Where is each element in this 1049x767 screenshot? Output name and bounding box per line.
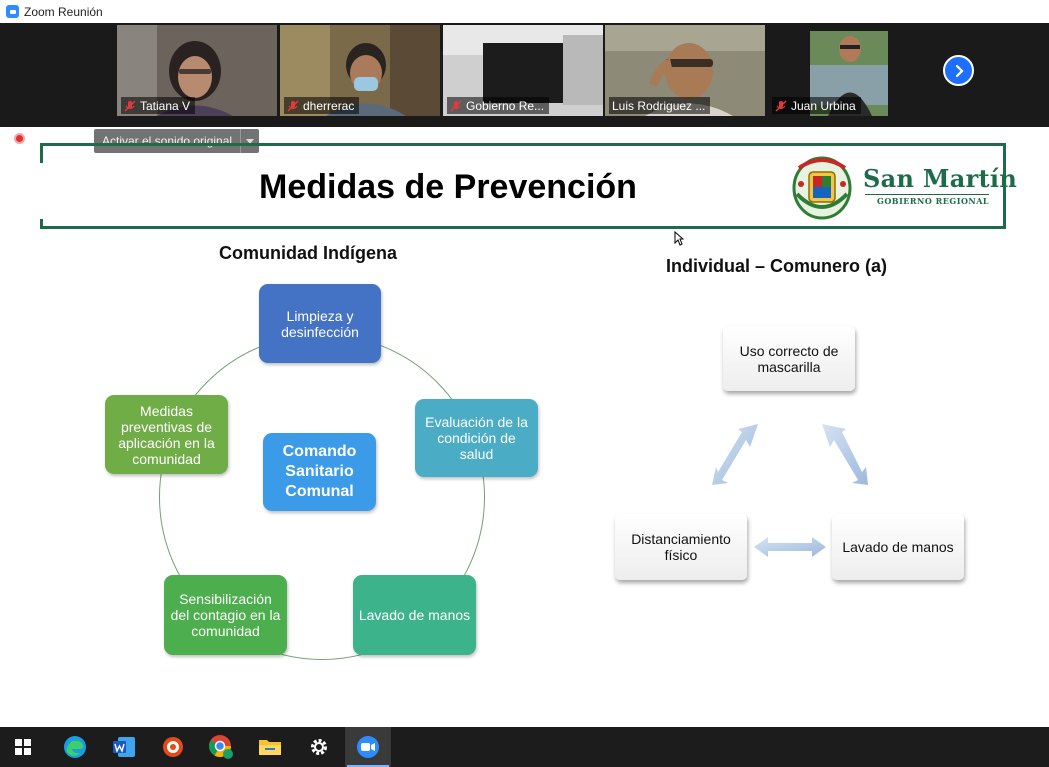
settings-icon bbox=[311, 739, 327, 755]
participant-name-badge: Tatiana V bbox=[121, 97, 196, 114]
muted-mic-icon bbox=[450, 100, 462, 111]
app-button[interactable] bbox=[150, 727, 196, 767]
double-arrow-horizontal-icon bbox=[754, 537, 826, 557]
file-explorer-icon bbox=[259, 740, 281, 755]
regional-government-logo: San Martín GOBIERNO REGIONAL bbox=[789, 154, 1017, 220]
participant-name: Tatiana V bbox=[140, 98, 191, 113]
participant-tile-2[interactable]: dherrerac bbox=[280, 25, 440, 116]
edge-icon bbox=[64, 736, 86, 758]
slide-bottom-margin bbox=[0, 717, 1049, 727]
node-sensibilizacion: Sensibilización del contagio en la comun… bbox=[164, 575, 287, 655]
double-arrow-right-icon bbox=[822, 424, 868, 485]
muted-mic-icon bbox=[775, 100, 787, 111]
double-arrow-left-icon bbox=[712, 424, 758, 485]
participant-name: dherrerac bbox=[303, 98, 355, 113]
settings-button[interactable] bbox=[296, 727, 342, 767]
start-button[interactable] bbox=[0, 727, 46, 767]
slide-title: Medidas de Prevención bbox=[259, 168, 637, 206]
participant-strip: Tatiana V dherrerac Gobierno Re... Luis … bbox=[0, 23, 1049, 127]
participant-tile-1[interactable]: Tatiana V bbox=[117, 25, 277, 116]
mouse-cursor-icon bbox=[674, 231, 684, 246]
edge-button[interactable] bbox=[52, 727, 98, 767]
left-diagram-heading: Comunidad Indígena bbox=[219, 243, 397, 263]
recording-indicator-icon bbox=[14, 133, 25, 144]
node-lavado: Lavado de manos bbox=[353, 575, 476, 655]
node-limpieza: Limpieza y desinfección bbox=[259, 284, 381, 363]
windows-start-icon bbox=[15, 739, 31, 755]
shared-screen: Activar el sonido original Medidas de Pr… bbox=[0, 127, 1049, 717]
slide-header: Medidas de Prevención San Martín GOBIERN… bbox=[40, 143, 1017, 229]
participant-name-badge: Gobierno Re... bbox=[447, 97, 550, 114]
participant-name-badge: Luis Rodriguez ... bbox=[609, 97, 711, 114]
word-button[interactable] bbox=[101, 727, 147, 767]
right-diagram-heading: Individual – Comunero (a) bbox=[666, 256, 888, 276]
node-distanciamiento: Distanciamiento físico bbox=[615, 514, 747, 580]
zoom-taskbar-button[interactable] bbox=[345, 727, 391, 767]
participant-name: Luis Rodriguez ... bbox=[612, 98, 706, 113]
logo-brand-text: San Martín bbox=[863, 164, 1018, 193]
participant-tile-4[interactable]: Luis Rodriguez ... bbox=[605, 25, 765, 116]
muted-mic-icon bbox=[124, 100, 136, 111]
logo-subtitle: GOBIERNO REGIONAL bbox=[877, 196, 990, 206]
participant-name: Juan Urbina bbox=[791, 98, 856, 113]
participant-name-badge: dherrerac bbox=[284, 97, 360, 114]
windows-taskbar bbox=[0, 727, 1049, 767]
logo-divider bbox=[865, 194, 989, 195]
window-title: Zoom Reunión bbox=[24, 4, 103, 19]
zoom-app-icon bbox=[6, 5, 19, 18]
next-participants-button[interactable] bbox=[943, 55, 974, 86]
node-evaluacion: Evaluación de la condición de salud bbox=[415, 399, 538, 477]
chrome-icon bbox=[209, 735, 233, 759]
participant-tile-5[interactable]: Juan Urbina bbox=[768, 25, 928, 116]
window-titlebar: Zoom Reunión bbox=[0, 0, 1049, 23]
participant-name-badge: Juan Urbina bbox=[772, 97, 861, 114]
coat-of-arms-icon bbox=[792, 156, 852, 220]
file-explorer-button[interactable] bbox=[247, 727, 293, 767]
node-comando-sanitario: Comando Sanitario Comunal bbox=[263, 433, 376, 511]
muted-mic-icon bbox=[287, 100, 299, 111]
node-medidas: Medidas preventivas de aplicación en la … bbox=[105, 395, 228, 474]
word-icon bbox=[113, 737, 135, 757]
participant-tile-3[interactable]: Gobierno Re... bbox=[443, 25, 603, 116]
chrome-button[interactable] bbox=[198, 727, 244, 767]
chevron-right-icon bbox=[955, 64, 964, 77]
node-mascarilla: Uso correcto de mascarilla bbox=[723, 326, 855, 391]
app-icon bbox=[163, 737, 183, 757]
participant-name: Gobierno Re... bbox=[466, 98, 545, 113]
zoom-icon bbox=[357, 736, 379, 758]
node-lavado-manos: Lavado de manos bbox=[832, 514, 964, 580]
